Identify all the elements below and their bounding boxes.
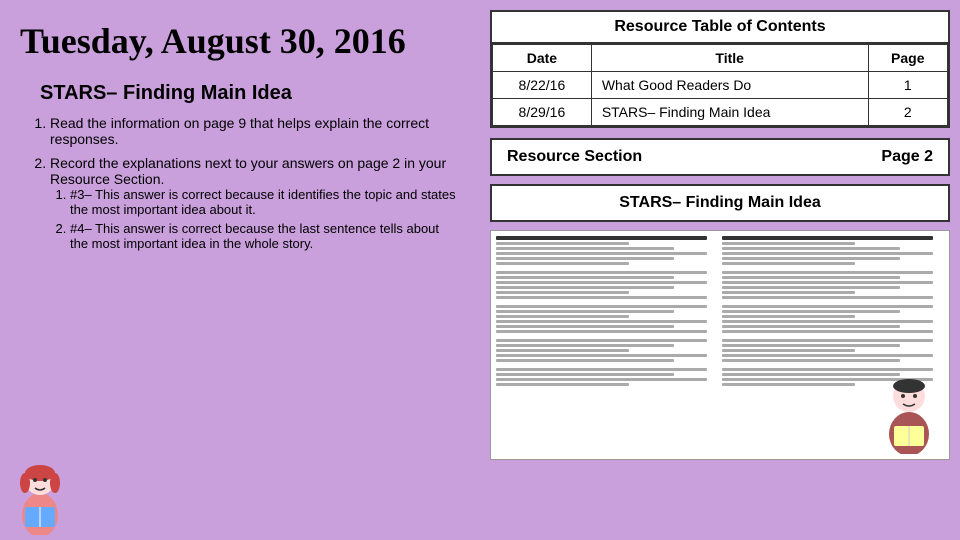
sub-instruction-2: #4– This answer is correct because the l… [70, 221, 460, 251]
doc-col-left [496, 236, 718, 454]
instruction-2: Record the explanations next to your ans… [50, 155, 460, 251]
instruction-1: Read the information on page 9 that help… [50, 115, 460, 147]
character-left-icon [10, 455, 70, 535]
right-panel: Resource Table of Contents Date Title Pa… [480, 0, 960, 540]
toc-row1-page: 1 [868, 72, 948, 99]
resource-section-page: Page 2 [881, 148, 933, 166]
toc-row2-date: 8/29/16 [493, 99, 592, 126]
toc-row-2: 8/29/16 STARS– Finding Main Idea 2 [493, 99, 948, 126]
toc-header-date: Date [493, 45, 592, 72]
document-image [490, 230, 950, 460]
toc-row-1: 8/22/16 What Good Readers Do 1 [493, 72, 948, 99]
sub-instruction-1: #3– This answer is correct because it id… [70, 187, 460, 217]
resource-section-box: Resource Section Page 2 [490, 138, 950, 176]
stars-heading-box: STARS– Finding Main Idea [490, 184, 950, 222]
toc-title: Resource Table of Contents [492, 12, 948, 44]
toc-row2-title: STARS– Finding Main Idea [591, 99, 868, 126]
stars-heading-text: STARS– Finding Main Idea [619, 194, 821, 211]
toc-header-page: Page [868, 45, 948, 72]
resource-section-label: Resource Section [507, 148, 642, 166]
toc-row2-page: 2 [868, 99, 948, 126]
toc-container: Resource Table of Contents Date Title Pa… [490, 10, 950, 128]
instructions: Read the information on page 9 that help… [30, 115, 460, 251]
toc-row1-title: What Good Readers Do [591, 72, 868, 99]
date-heading: Tuesday, August 30, 2016 [20, 20, 460, 62]
character-right-icon [874, 374, 944, 454]
topic-title: STARS– Finding Main Idea [40, 82, 460, 105]
toc-table: Date Title Page 8/22/16 What Good Reader… [492, 44, 948, 126]
left-panel: Tuesday, August 30, 2016 STARS– Finding … [0, 0, 480, 540]
toc-row1-date: 8/22/16 [493, 72, 592, 99]
toc-header-title: Title [591, 45, 868, 72]
